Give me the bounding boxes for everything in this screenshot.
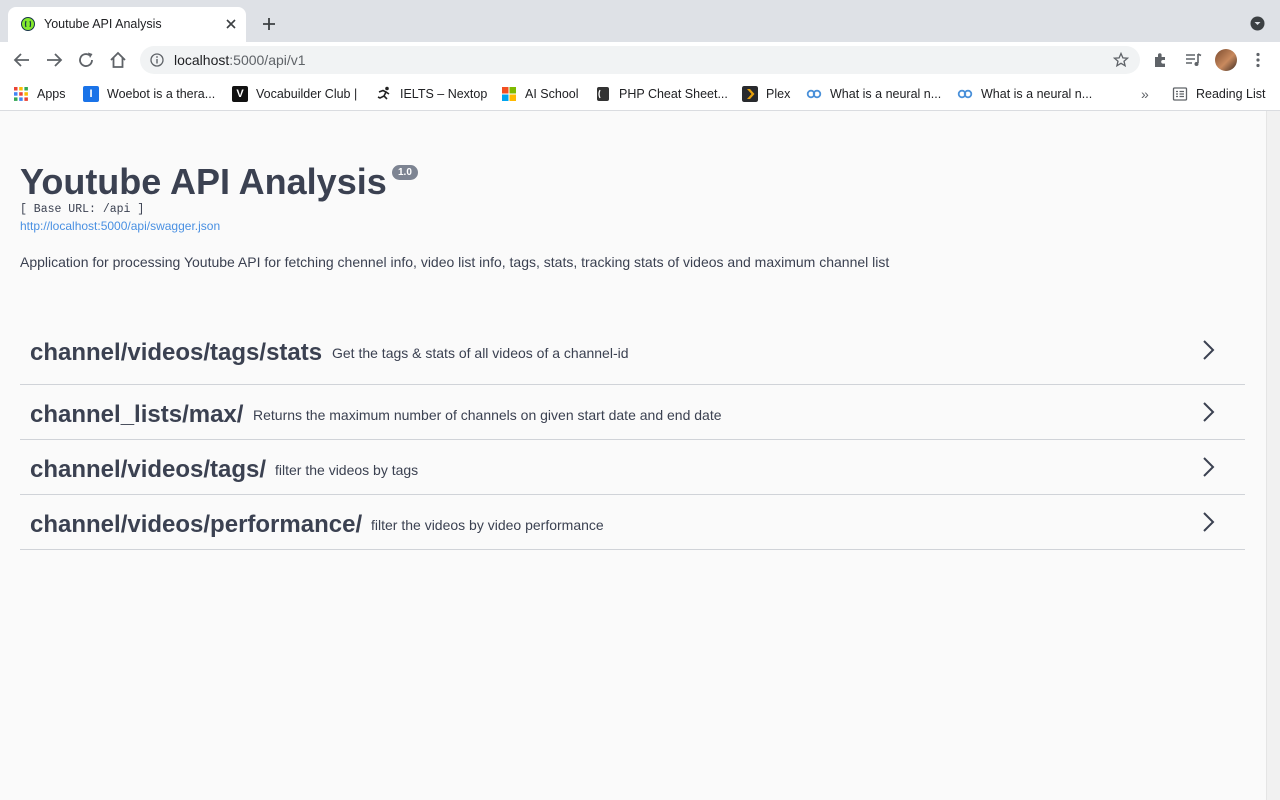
bookmarks-bar: Apps I Woebot is a thera... V Vocabuilde… <box>0 78 1280 111</box>
link-icon <box>957 89 973 99</box>
bookmark-label: IELTS – Nextop <box>400 87 488 101</box>
microsoft-icon <box>502 87 516 101</box>
bookmark-star-icon[interactable] <box>1113 52 1129 68</box>
swagger-favicon-icon <box>21 17 35 31</box>
base-url: [ Base URL: /api ] <box>20 203 145 216</box>
runner-icon <box>377 86 390 100</box>
woebot-icon: I <box>83 86 99 102</box>
browser-toolbar: localhost:5000/api/v1 <box>0 42 1280 78</box>
media-queue-icon[interactable] <box>1184 51 1202 69</box>
api-description: Application for processing Youtube API f… <box>20 254 890 270</box>
address-bar[interactable]: localhost:5000/api/v1 <box>140 46 1140 74</box>
tab-title: Youtube API Analysis <box>44 17 162 31</box>
tab-search-icon[interactable] <box>1250 16 1265 31</box>
operation-section[interactable]: channel/videos/tags/ filter the videos b… <box>20 440 1245 495</box>
bookmark-label: Apps <box>37 87 66 101</box>
vocabuilder-icon: V <box>232 86 248 102</box>
operation-section[interactable]: channel/videos/tags/stats Get the tags &… <box>20 323 1245 385</box>
bookmark-label: AI School <box>525 87 579 101</box>
url-text[interactable]: localhost:5000/api/v1 <box>174 52 306 68</box>
operation-path[interactable]: channel/videos/tags/stats <box>30 339 322 367</box>
operation-path[interactable]: channel_lists/max/ <box>30 401 243 429</box>
back-arrow-icon[interactable] <box>12 50 32 70</box>
operation-summary: Returns the maximum number of channels o… <box>253 407 722 423</box>
chevron-right-icon[interactable] <box>1200 455 1218 479</box>
link-icon <box>806 89 822 99</box>
bookmark-label: Vocabuilder Club | <box>256 87 358 101</box>
bookmark-label: Woebot is a thera... <box>107 87 216 101</box>
url-path: :5000/api/v1 <box>229 52 306 68</box>
bookmarks-overflow-button[interactable]: » <box>1141 86 1149 102</box>
site-info-icon[interactable] <box>150 53 164 67</box>
apps-grid-icon <box>14 87 28 101</box>
operation-summary: filter the videos by video performance <box>371 517 604 533</box>
bookmark-neural-network-2[interactable]: What is a neural n... <box>957 86 1092 102</box>
reload-icon[interactable] <box>76 50 96 70</box>
bookmark-ai-school[interactable]: AI School <box>501 86 579 102</box>
chevron-right-icon[interactable] <box>1200 338 1218 362</box>
bookmark-neural-network-1[interactable]: What is a neural n... <box>806 86 941 102</box>
bookmark-php-cheat-sheet[interactable]: PHP Cheat Sheet... <box>595 86 728 102</box>
reading-list-button[interactable]: Reading List <box>1172 86 1266 102</box>
bookmark-label: What is a neural n... <box>830 87 942 101</box>
home-icon[interactable] <box>108 50 128 70</box>
profile-avatar[interactable] <box>1215 49 1237 71</box>
bookmark-label: PHP Cheat Sheet... <box>619 87 728 101</box>
bookmark-label: What is a neural n... <box>981 87 1093 101</box>
more-menu-icon[interactable] <box>1249 51 1267 69</box>
version-badge: 1.0 <box>392 165 418 180</box>
url-host: localhost <box>174 52 230 68</box>
chevron-right-icon[interactable] <box>1200 510 1218 534</box>
operation-path[interactable]: channel/videos/performance/ <box>30 511 362 539</box>
php-icon <box>597 87 609 101</box>
swagger-page: Youtube API Analysis 1.0 [ Base URL: /ap… <box>0 111 1266 800</box>
plex-icon <box>742 86 758 102</box>
operation-summary: filter the videos by tags <box>275 462 419 478</box>
reading-list-icon <box>1172 87 1188 101</box>
new-tab-icon[interactable] <box>261 16 277 32</box>
extensions-puzzle-icon[interactable] <box>1152 51 1170 69</box>
operation-section[interactable]: channel/videos/performance/ filter the v… <box>20 495 1245 550</box>
operation-summary: Get the tags & stats of all videos of a … <box>332 345 629 361</box>
swagger-json-link[interactable]: http://localhost:5000/api/swagger.json <box>20 219 220 233</box>
bookmark-plex[interactable]: Plex <box>742 86 790 102</box>
bookmark-vocabuilder[interactable]: V Vocabuilder Club | <box>232 86 357 102</box>
page-scrollbar[interactable] <box>1266 111 1280 800</box>
bookmark-ielts[interactable]: IELTS – Nextop <box>376 86 487 102</box>
page-title: Youtube API Analysis <box>20 161 387 202</box>
close-tab-icon[interactable] <box>224 17 238 31</box>
tab-strip: Youtube API Analysis <box>0 0 1280 42</box>
bookmark-apps[interactable]: Apps <box>13 86 66 102</box>
operation-path[interactable]: channel/videos/tags/ <box>30 456 266 484</box>
browser-tab[interactable]: Youtube API Analysis <box>8 7 246 42</box>
forward-arrow-icon[interactable] <box>44 50 64 70</box>
operation-section[interactable]: channel_lists/max/ Returns the maximum n… <box>20 385 1245 440</box>
reading-list-label: Reading List <box>1196 87 1266 101</box>
chevron-right-icon[interactable] <box>1200 400 1218 424</box>
bookmark-woebot[interactable]: I Woebot is a thera... <box>83 86 215 102</box>
bookmark-label: Plex <box>766 87 791 101</box>
